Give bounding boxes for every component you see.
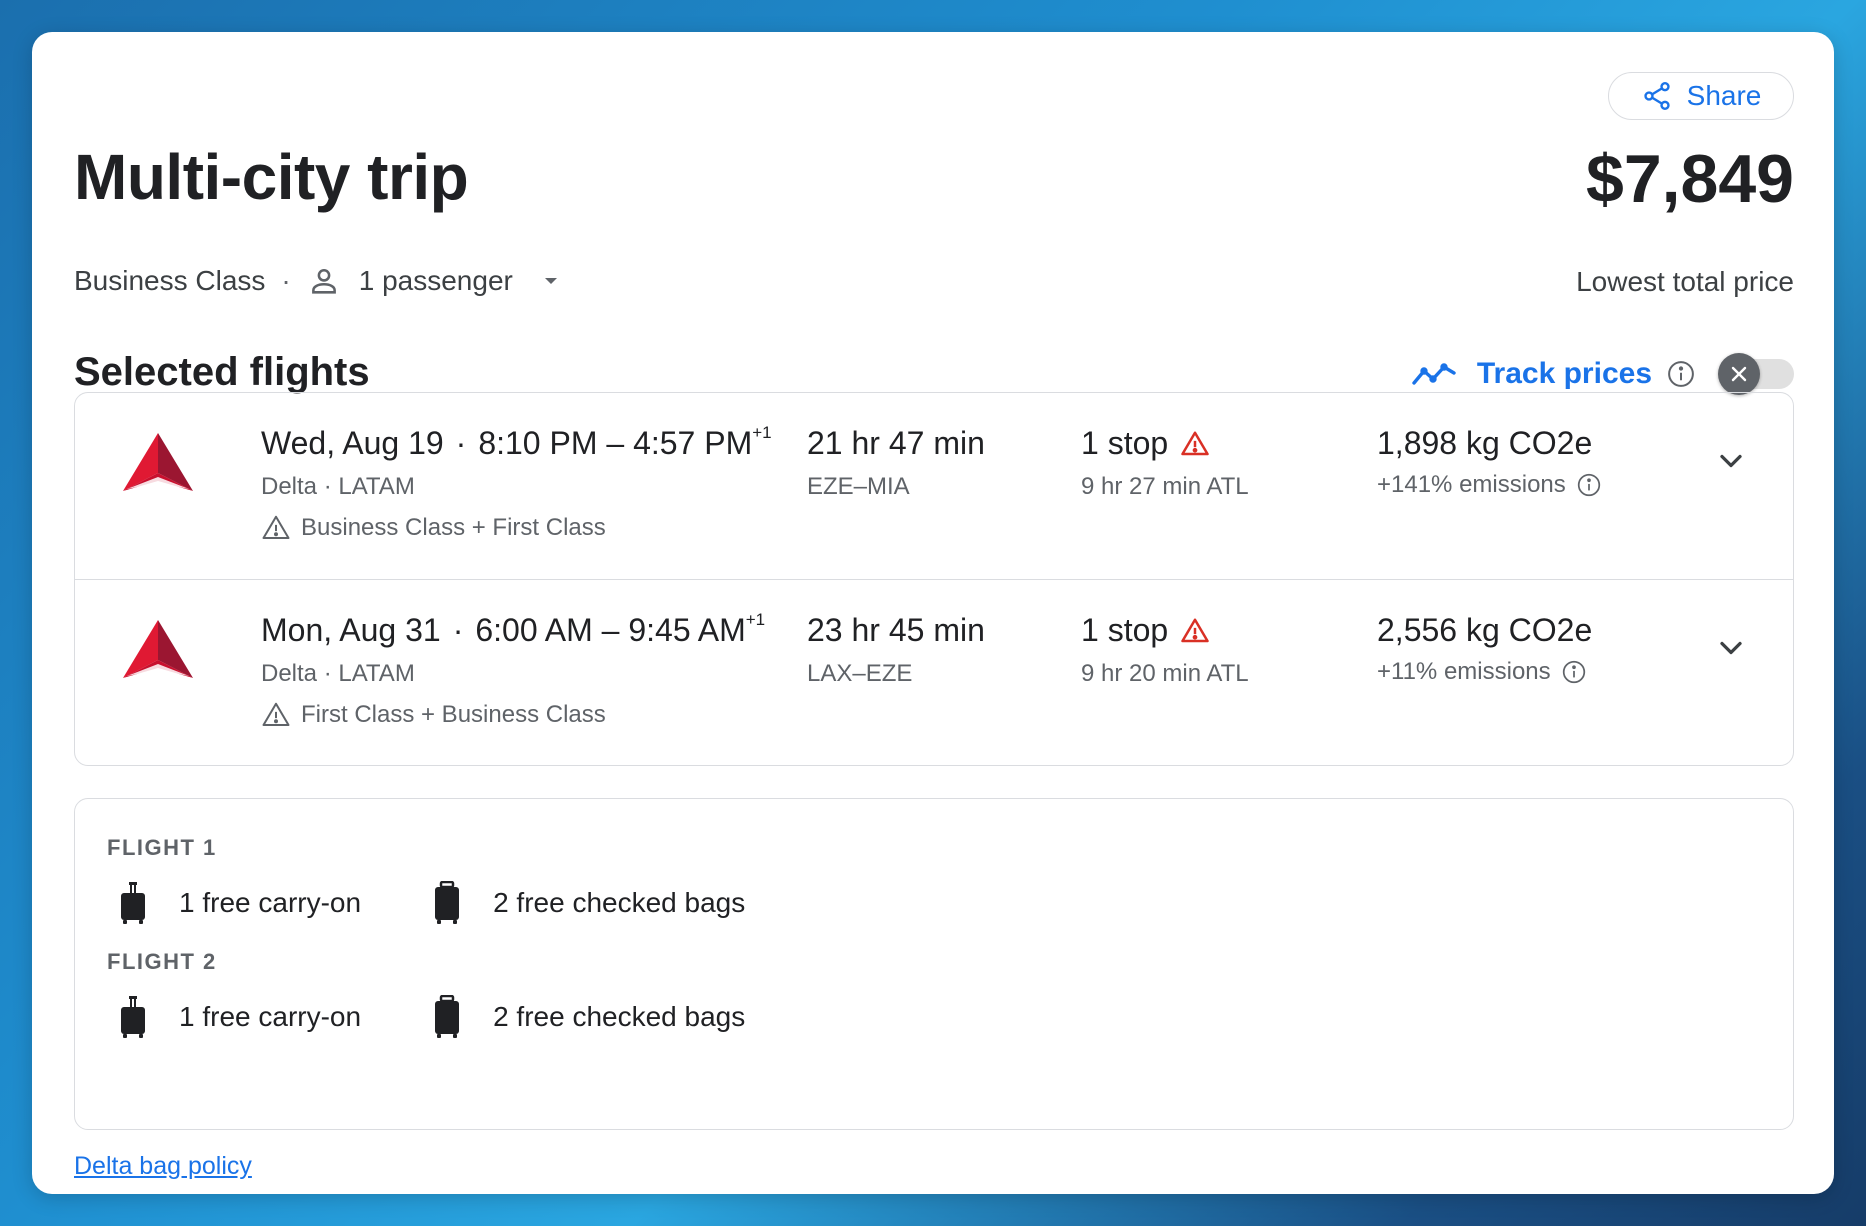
flight-times: Wed, Aug 19 · 8:10 PM – 4:57 PM+1 — [261, 423, 772, 462]
bag-policy-link[interactable]: Delta bag policy — [74, 1152, 252, 1181]
warning-icon — [1181, 431, 1209, 455]
carry-on-text: 1 free carry-on — [179, 887, 362, 918]
bag-section-title: FLIGHT 1 — [107, 835, 217, 860]
flight-stops: 1 stop — [1081, 612, 1210, 649]
carry-on-text: 1 free carry-on — [179, 1001, 362, 1032]
baggage-info: FLIGHT 1 1 free carry-on 2 free checked … — [74, 798, 1794, 1130]
passenger-selector[interactable]: 1 passenger — [307, 264, 561, 298]
trip-options: Business Class · 1 passenger — [74, 264, 561, 298]
track-prices: Track prices — [1411, 350, 1794, 398]
trip-summary-card: Share Multi-city trip Business Class · 1… — [32, 32, 1834, 1194]
co2-amount: 1,898 kg CO2e — [1377, 425, 1593, 461]
carry-on-item: 1 free carry-on — [117, 995, 361, 1039]
cabin-note: First Class + Business Class — [261, 700, 606, 730]
checked-bag-item: 2 free checked bags — [431, 881, 745, 925]
separator-dot: · — [281, 265, 291, 296]
separator-dot: · — [452, 612, 464, 648]
airlines: Delta · LATAM — [261, 660, 415, 687]
flight-time-range: 6:00 AM – 9:45 AM — [475, 612, 746, 648]
flight-duration: 21 hr 47 min — [807, 425, 985, 461]
info-icon[interactable] — [1576, 472, 1602, 498]
warning-icon — [262, 515, 290, 539]
carry-on-bag-icon — [121, 882, 145, 924]
bag-allowance-row: 1 free carry-on 2 free checked bags — [117, 995, 745, 1039]
trending-icon — [1412, 363, 1456, 385]
cabin-note-text: Business Class + First Class — [301, 514, 606, 541]
passenger-count: 1 passenger — [358, 265, 513, 296]
day-offset: +1 — [752, 423, 772, 442]
selected-flights-list: Wed, Aug 19 · 8:10 PM – 4:57 PM+1 Delta · … — [74, 392, 1794, 766]
cabin-note: Business Class + First Class — [261, 513, 606, 543]
flight-stops: 1 stop — [1081, 425, 1210, 462]
flight-row[interactable]: Mon, Aug 31 · 6:00 AM – 9:45 AM+1 Delta · … — [75, 579, 1793, 765]
info-icon[interactable] — [1561, 659, 1587, 685]
total-price: $7,849 — [1586, 141, 1794, 217]
layover-info: 9 hr 27 min ATL — [1081, 473, 1249, 500]
toggle-knob — [1718, 353, 1760, 395]
warning-icon — [1181, 618, 1209, 642]
share-icon — [1643, 82, 1670, 110]
cabin-note-text: First Class + Business Class — [301, 701, 606, 728]
layover-info: 9 hr 20 min ATL — [1081, 660, 1249, 687]
warning-icon — [262, 702, 290, 726]
selected-flights-heading: Selected flights — [74, 350, 370, 394]
track-prices-label: Track prices — [1476, 357, 1652, 390]
airlines: Delta · LATAM — [261, 473, 415, 500]
day-offset: +1 — [745, 610, 766, 629]
emissions-info: +11% emissions — [1377, 658, 1587, 686]
delta-logo-icon — [123, 433, 193, 491]
checked-bag-text: 2 free checked bags — [493, 887, 746, 918]
checked-bag-icon — [435, 995, 460, 1038]
emissions-text: +141% emissions — [1377, 471, 1566, 498]
co2-amount: 2,556 kg CO2e — [1377, 612, 1593, 648]
emissions-text: +11% emissions — [1377, 658, 1551, 685]
page-title: Multi-city trip — [74, 141, 469, 213]
cabin-class-label: Business Class — [74, 265, 266, 296]
flight-times: Mon, Aug 31 · 6:00 AM – 9:45 AM+1 — [261, 610, 766, 649]
separator-dot: · — [455, 425, 467, 461]
checked-bag-icon — [435, 881, 460, 924]
flight-route: LAX–EZE — [807, 660, 913, 687]
stops-text: 1 stop — [1081, 612, 1169, 648]
bag-allowance-row: 1 free carry-on 2 free checked bags — [117, 881, 745, 925]
chevron-down-icon[interactable] — [1713, 443, 1749, 479]
stops-text: 1 stop — [1081, 425, 1169, 461]
bag-section-title: FLIGHT 2 — [107, 949, 217, 974]
flight-route: EZE–MIA — [807, 473, 910, 500]
close-icon — [1731, 366, 1747, 382]
delta-logo-icon — [123, 620, 193, 678]
flight-date: Wed, Aug 19 — [261, 425, 444, 461]
carry-on-bag-icon — [121, 996, 145, 1038]
flight-time-range: 8:10 PM – 4:57 PM — [478, 425, 753, 461]
flight-date: Mon, Aug 31 — [261, 612, 441, 648]
info-icon[interactable] — [1666, 359, 1696, 389]
person-icon — [311, 268, 336, 294]
flight-row[interactable]: Wed, Aug 19 · 8:10 PM – 4:57 PM+1 Delta · … — [75, 393, 1793, 579]
share-label: Share — [1686, 80, 1762, 111]
checked-bag-text: 2 free checked bags — [493, 1001, 746, 1032]
emissions-info: +141% emissions — [1377, 471, 1602, 499]
carry-on-item: 1 free carry-on — [117, 881, 361, 925]
flight-duration: 23 hr 45 min — [807, 612, 985, 648]
price-label: Lowest total price — [1576, 266, 1794, 297]
track-prices-toggle[interactable] — [1718, 353, 1794, 395]
chevron-down-icon[interactable] — [1713, 630, 1749, 666]
checked-bag-item: 2 free checked bags — [431, 995, 745, 1039]
dropdown-caret-icon — [544, 278, 557, 284]
share-button[interactable]: Share — [1608, 72, 1794, 120]
